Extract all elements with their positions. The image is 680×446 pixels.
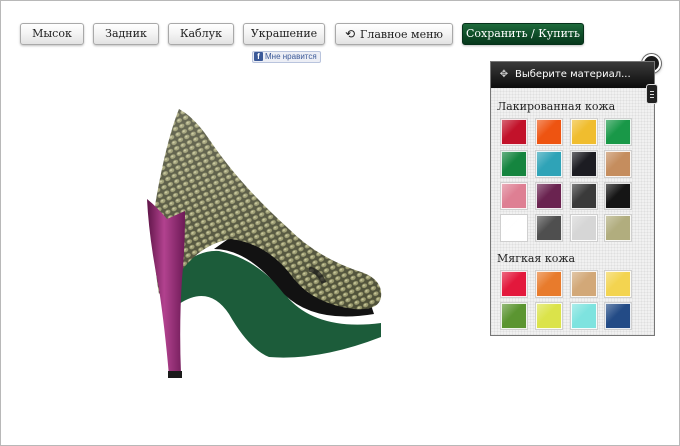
material-swatch[interactable] — [501, 215, 527, 241]
material-swatch[interactable] — [571, 151, 597, 177]
main-menu-button[interactable]: ⟲ Главное меню — [335, 23, 453, 45]
facebook-like-label: Мне нравится — [265, 52, 317, 61]
material-swatch[interactable] — [571, 183, 597, 209]
configurator-canvas: Мысок Задник Каблук Украшение ⟲ Главное м… — [0, 0, 680, 446]
toe-button-label: Мысок — [32, 27, 72, 40]
material-swatch[interactable] — [605, 151, 631, 177]
back-button[interactable]: Задник — [93, 23, 159, 45]
shoe-heel — [147, 199, 185, 376]
move-icon: ✥ — [499, 69, 509, 80]
save-buy-button[interactable]: Сохранить / Купить — [462, 23, 584, 45]
material-swatch[interactable] — [571, 119, 597, 145]
toe-button[interactable]: Мысок — [20, 23, 84, 45]
material-panel-header[interactable]: ✥ Выберите материал... — [491, 62, 654, 88]
panel-scroll-handle[interactable] — [646, 84, 658, 104]
heel-button-label: Каблук — [179, 27, 223, 40]
material-swatch[interactable] — [501, 303, 527, 329]
material-swatch[interactable] — [605, 303, 631, 329]
material-swatch[interactable] — [605, 119, 631, 145]
material-swatch[interactable] — [536, 151, 562, 177]
heel-button[interactable]: Каблук — [168, 23, 234, 45]
material-swatch[interactable] — [536, 119, 562, 145]
material-swatch[interactable] — [536, 303, 562, 329]
heel-tip — [168, 371, 182, 378]
undo-icon: ⟲ — [344, 27, 356, 41]
facebook-like-button[interactable]: f Мне нравится — [252, 51, 321, 63]
facebook-icon: f — [254, 52, 263, 61]
section-title-patent-leather: Лакированная кожа — [497, 100, 616, 113]
material-swatch[interactable] — [605, 215, 631, 241]
material-swatch[interactable] — [536, 215, 562, 241]
material-swatch[interactable] — [571, 215, 597, 241]
section-title-soft-leather: Мягкая кожа — [497, 252, 576, 265]
shoe-3d-preview — [147, 109, 382, 378]
material-swatch[interactable] — [571, 271, 597, 297]
material-swatch[interactable] — [501, 271, 527, 297]
decoration-button-label: Украшение — [250, 27, 318, 40]
decoration-button[interactable]: Украшение — [243, 23, 325, 45]
material-panel-title: Выберите материал... — [515, 69, 631, 80]
material-swatch[interactable] — [571, 303, 597, 329]
material-swatch[interactable] — [605, 183, 631, 209]
material-swatch[interactable] — [501, 151, 527, 177]
material-swatch[interactable] — [536, 271, 562, 297]
material-swatch[interactable] — [501, 119, 527, 145]
material-swatch[interactable] — [501, 183, 527, 209]
material-swatch[interactable] — [605, 271, 631, 297]
material-swatch[interactable] — [536, 183, 562, 209]
back-button-label: Задник — [105, 27, 147, 40]
main-menu-button-label: Главное меню — [360, 28, 444, 41]
save-buy-button-label: Сохранить / Купить — [465, 27, 580, 40]
material-panel: ✥ Выберите материал... Лакированная кожа … — [490, 61, 655, 336]
